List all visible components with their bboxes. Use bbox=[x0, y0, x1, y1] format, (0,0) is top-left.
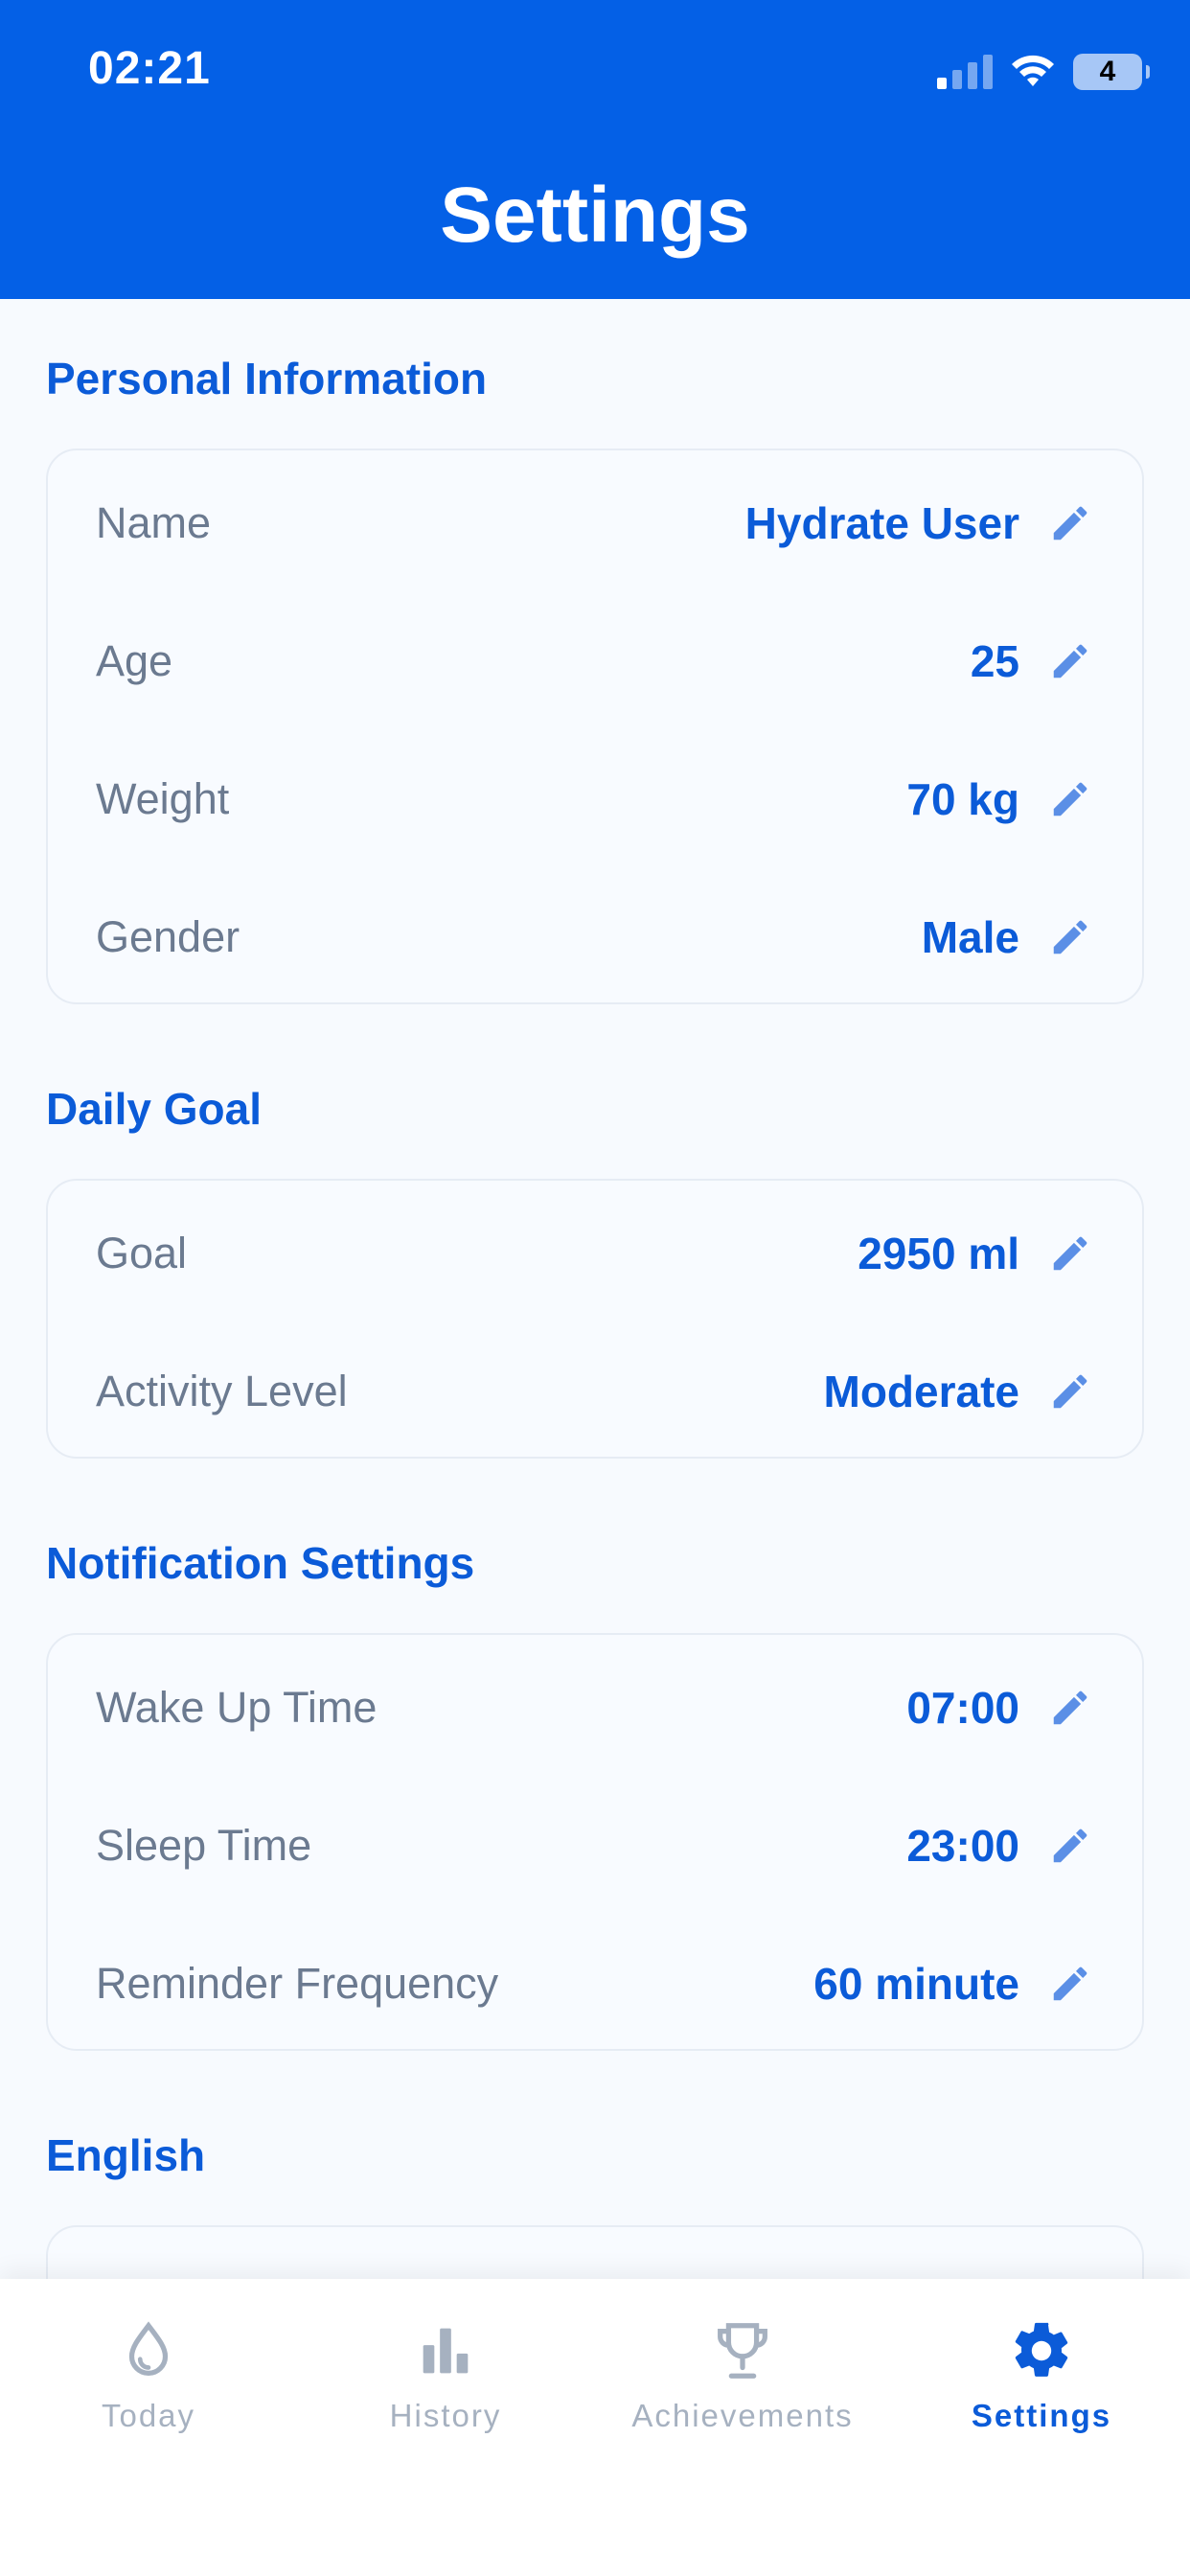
row-value: 23:00 bbox=[906, 1821, 1019, 1871]
tab-settings[interactable]: Settings bbox=[893, 2317, 1190, 2461]
row-value: 25 bbox=[970, 636, 1019, 686]
section-title-language: English bbox=[46, 2130, 206, 2180]
row-label: Age bbox=[96, 636, 173, 685]
settings-row-weight[interactable]: Weight 70 kg bbox=[48, 751, 1142, 847]
tab-label: History bbox=[389, 2398, 502, 2433]
pencil-icon[interactable] bbox=[1048, 1962, 1092, 2006]
pencil-icon[interactable] bbox=[1048, 639, 1092, 683]
tab-label: Achievements bbox=[631, 2398, 854, 2433]
settings-row-wake-up-time[interactable]: Wake Up Time 07:00 bbox=[48, 1660, 1142, 1756]
pencil-icon[interactable] bbox=[1048, 1231, 1092, 1276]
row-label: Goal bbox=[96, 1229, 188, 1277]
battery-icon: 4 bbox=[1073, 54, 1150, 90]
page-title: Settings bbox=[440, 172, 750, 259]
pencil-icon[interactable] bbox=[1048, 501, 1092, 545]
row-label: Wake Up Time bbox=[96, 1683, 378, 1732]
gear-icon bbox=[1015, 2322, 1068, 2377]
tab-achievements[interactable]: Achievements bbox=[594, 2317, 891, 2461]
section-title-daily-goal: Daily Goal bbox=[46, 1084, 262, 1134]
pencil-icon[interactable] bbox=[1048, 915, 1092, 959]
pencil-icon[interactable] bbox=[1048, 1369, 1092, 1414]
settings-screen: 02:21 4 Settings Personal Information Na… bbox=[0, 0, 1190, 2576]
drop-icon bbox=[128, 2321, 169, 2376]
row-value: 2950 ml bbox=[858, 1229, 1019, 1278]
personal-card: Name Hydrate User Age 25 Weight 70 kg Ge… bbox=[46, 448, 1144, 1004]
status-time: 02:21 bbox=[88, 43, 211, 94]
tab-bar: Today History Achievements Settings bbox=[0, 2279, 1190, 2576]
row-value: 70 kg bbox=[906, 774, 1019, 824]
cellular-signal-icon bbox=[937, 55, 993, 89]
settings-row-reminder-frequency[interactable]: Reminder Frequency 60 minute bbox=[48, 1936, 1142, 2032]
pencil-icon[interactable] bbox=[1048, 1824, 1092, 1868]
row-value: Hydrate User bbox=[744, 498, 1019, 548]
row-value: Moderate bbox=[823, 1367, 1019, 1416]
settings-row-gender[interactable]: Gender Male bbox=[48, 889, 1142, 985]
row-value: 07:00 bbox=[906, 1683, 1019, 1733]
settings-row-activity-level[interactable]: Activity Level Moderate bbox=[48, 1344, 1142, 1439]
row-label: Name bbox=[96, 498, 212, 547]
tab-label: Today bbox=[101, 2398, 196, 2433]
header: 02:21 4 Settings bbox=[0, 0, 1190, 299]
section-title-personal: Personal Information bbox=[46, 354, 488, 403]
row-label: Activity Level bbox=[96, 1367, 348, 1415]
pencil-icon[interactable] bbox=[1048, 1686, 1092, 1730]
row-label: Gender bbox=[96, 912, 240, 961]
row-value: 60 minute bbox=[813, 1959, 1019, 2009]
row-label: Reminder Frequency bbox=[96, 1959, 499, 2008]
row-value: Male bbox=[921, 912, 1019, 962]
status-indicators: 4 bbox=[937, 48, 1150, 96]
wifi-icon bbox=[1012, 55, 1054, 86]
tab-label: Settings bbox=[971, 2398, 1112, 2433]
pencil-icon[interactable] bbox=[1048, 777, 1092, 821]
daily-goal-card: Goal 2950 ml Activity Level Moderate bbox=[46, 1179, 1144, 1459]
settings-row-age[interactable]: Age 25 bbox=[48, 613, 1142, 709]
trophy-icon bbox=[718, 2323, 767, 2379]
row-label: Sleep Time bbox=[96, 1821, 312, 1870]
tab-today[interactable]: Today bbox=[0, 2317, 297, 2461]
settings-row-goal[interactable]: Goal 2950 ml bbox=[48, 1206, 1142, 1301]
row-label: Weight bbox=[96, 774, 230, 823]
notifications-card: Wake Up Time 07:00 Sleep Time 23:00 Remi… bbox=[46, 1633, 1144, 2051]
section-title-notifications: Notification Settings bbox=[46, 1538, 475, 1588]
settings-row-name[interactable]: Name Hydrate User bbox=[48, 475, 1142, 571]
settings-row-sleep-time[interactable]: Sleep Time 23:00 bbox=[48, 1798, 1142, 1894]
tab-history[interactable]: History bbox=[297, 2317, 594, 2461]
bar-chart-icon bbox=[423, 2328, 469, 2374]
